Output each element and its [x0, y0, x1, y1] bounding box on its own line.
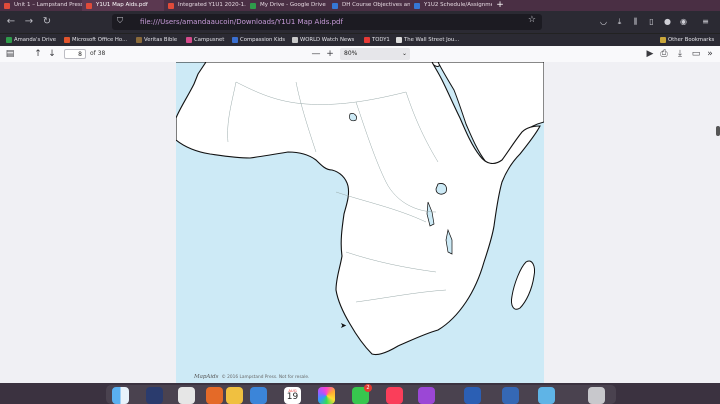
tab[interactable]: DH Course Objectives and [328, 0, 410, 11]
bookmark-label: Amanda's Drive [14, 37, 57, 43]
bookmark-icon[interactable]: ▭ [690, 48, 702, 60]
tab[interactable]: My Drive - Google Drive [246, 0, 328, 11]
chevron-down-icon: ⌄ [401, 50, 407, 57]
bookmark-label: The Wall Street Jou... [404, 37, 460, 43]
folder-icon [660, 37, 666, 43]
tab[interactable]: Y1U2 Schedule/Assignment [410, 0, 492, 11]
bookmark-label: Compassion Kids [240, 37, 286, 43]
tab-label: Y1U2 Schedule/Assignment [424, 2, 492, 8]
extension-icon[interactable]: ◉ [678, 16, 689, 27]
next-page-button[interactable]: ↓ [46, 48, 58, 60]
page-number-input[interactable]: 8 [64, 49, 86, 59]
firefox-app-icon[interactable] [206, 387, 223, 404]
pocket-icon[interactable]: ◡ [598, 16, 609, 27]
trash-app-icon[interactable] [588, 387, 605, 404]
pdf-viewer[interactable]: MapAids © 2016 Lampstand Press. Not for r… [0, 62, 720, 383]
tab-favicon-icon [250, 3, 256, 9]
tab-strip: Unit 1 – Lampstand Press Y1U1 Map Aids.pd… [0, 0, 720, 11]
bookmark-label: TODY1 [372, 37, 390, 43]
preview-app-icon[interactable] [538, 387, 555, 404]
calendar-app-icon[interactable]: AUG 19 [284, 387, 301, 404]
library-icon[interactable]: ⫼ [630, 16, 641, 27]
shield-icon: ⛉ [117, 16, 123, 25]
url-text: file:///Users/amandaaucoin/Downloads/Y1U… [140, 18, 343, 26]
word-app-icon[interactable] [464, 387, 481, 404]
other-bookmarks-label: Other Bookmarks [668, 37, 715, 43]
previous-page-button[interactable]: ↑ [32, 48, 44, 60]
tab-label: My Drive - Google Drive [260, 2, 326, 8]
bookmark-favicon-icon [292, 37, 298, 43]
music-app-icon[interactable] [386, 387, 403, 404]
address-bar[interactable]: ⛉ file:///Users/amandaaucoin/Downloads/Y… [112, 14, 542, 30]
download-icon[interactable]: ⤓ [614, 16, 625, 27]
tab[interactable]: Integrated Y1U1 2020-1.pdf [164, 0, 246, 11]
bookmark-favicon-icon [6, 37, 12, 43]
bookmark-favicon-icon [364, 37, 370, 43]
tab-favicon-icon [86, 3, 92, 9]
menu-icon[interactable]: ≡ [700, 16, 711, 27]
zoom-value: 80% [344, 50, 358, 57]
bookmark-favicon-icon [136, 37, 142, 43]
bookmark-label: WORLD Watch News [300, 37, 355, 43]
new-tab-button[interactable]: + [492, 0, 508, 11]
page-count: of 38 [90, 50, 106, 57]
lake-victoria [435, 183, 447, 195]
zoom-out-button[interactable]: — [310, 48, 322, 60]
bookmark-favicon-icon [396, 37, 402, 43]
tab-favicon-icon [414, 3, 420, 9]
calendar-day: 19 [286, 392, 299, 402]
launchpad-app-icon[interactable] [178, 387, 195, 404]
bookmark-star-icon[interactable]: ☆ [528, 15, 536, 25]
mouse-pointer-icon: ➤ [340, 321, 347, 330]
mapaids-signature: MapAids [194, 374, 219, 380]
back-button[interactable]: ← [4, 15, 18, 29]
more-tools-icon[interactable]: » [704, 48, 716, 60]
chrome-app-icon[interactable] [226, 387, 243, 404]
sidebar-toggle-icon[interactable]: ▤ [4, 48, 16, 60]
account-icon[interactable]: ● [662, 16, 673, 27]
macos-dock: AUG 19 2 [0, 383, 720, 404]
credit-text: © 2016 Lampstand Press. Not for resale. [221, 375, 310, 380]
save-icon[interactable]: ⤓ [674, 48, 686, 60]
tab[interactable]: Unit 1 – Lampstand Press [0, 0, 82, 11]
system-app-icon[interactable] [502, 387, 519, 404]
sidebar-icon[interactable]: ▯ [646, 16, 657, 27]
siri-app-icon[interactable] [146, 387, 163, 404]
madagascar-island [511, 260, 535, 310]
print-icon[interactable]: ⎙ [658, 48, 670, 60]
pdf-page: MapAids © 2016 Lampstand Press. Not for r… [176, 62, 544, 383]
tab-label: DH Course Objectives and [342, 2, 410, 8]
presentation-icon[interactable]: ▶ [644, 48, 656, 60]
lake-chad [349, 113, 357, 122]
tab-label: Y1U1 Map Aids.pdf [96, 2, 148, 8]
vertical-scrollbar-thumb[interactable] [716, 126, 720, 136]
copyright-credit: MapAids © 2016 Lampstand Press. Not for r… [194, 374, 309, 380]
tab-favicon-icon [168, 3, 174, 9]
messages-badge: 2 [364, 384, 372, 392]
tab-favicon-icon [332, 3, 338, 9]
tab[interactable]: Y1U1 Map Aids.pdf [82, 0, 164, 11]
messages-app-icon[interactable]: 2 [352, 384, 372, 404]
zoom-in-button[interactable]: + [324, 48, 336, 60]
tab-favicon-icon [4, 3, 10, 9]
reload-button[interactable]: ↻ [40, 15, 54, 29]
bookmarks-bar: Other Bookmarks Amanda's Drive Microsoft … [0, 33, 720, 47]
africa-outline-map [176, 62, 544, 356]
pdf-toolbar: ▤ ↑ ↓ 8 of 38 — + 80% ⌄ ▶ ⎙ ⤓ ▭ » [0, 46, 720, 63]
bookmark-label: Veritas Bible [144, 37, 178, 43]
tab-label: Unit 1 – Lampstand Press [14, 2, 82, 8]
photos-app-icon[interactable] [318, 387, 335, 404]
bookmark-favicon-icon [186, 37, 192, 43]
bookmark-favicon-icon [232, 37, 238, 43]
navigation-bar: ← → ↻ ⛉ file:///Users/amandaaucoin/Downl… [0, 11, 720, 33]
podcasts-app-icon[interactable] [418, 387, 435, 404]
bookmark-label: Microsoft Office Ho... [72, 37, 128, 43]
mail-app-icon[interactable] [250, 387, 267, 404]
forward-button[interactable]: → [22, 15, 36, 29]
zoom-select[interactable]: 80% ⌄ [340, 48, 410, 60]
finder-app-icon[interactable] [112, 387, 129, 404]
bookmark-label: Campusnet [194, 37, 225, 43]
bookmark-favicon-icon [64, 37, 70, 43]
tab-label: Integrated Y1U1 2020-1.pdf [178, 2, 246, 8]
